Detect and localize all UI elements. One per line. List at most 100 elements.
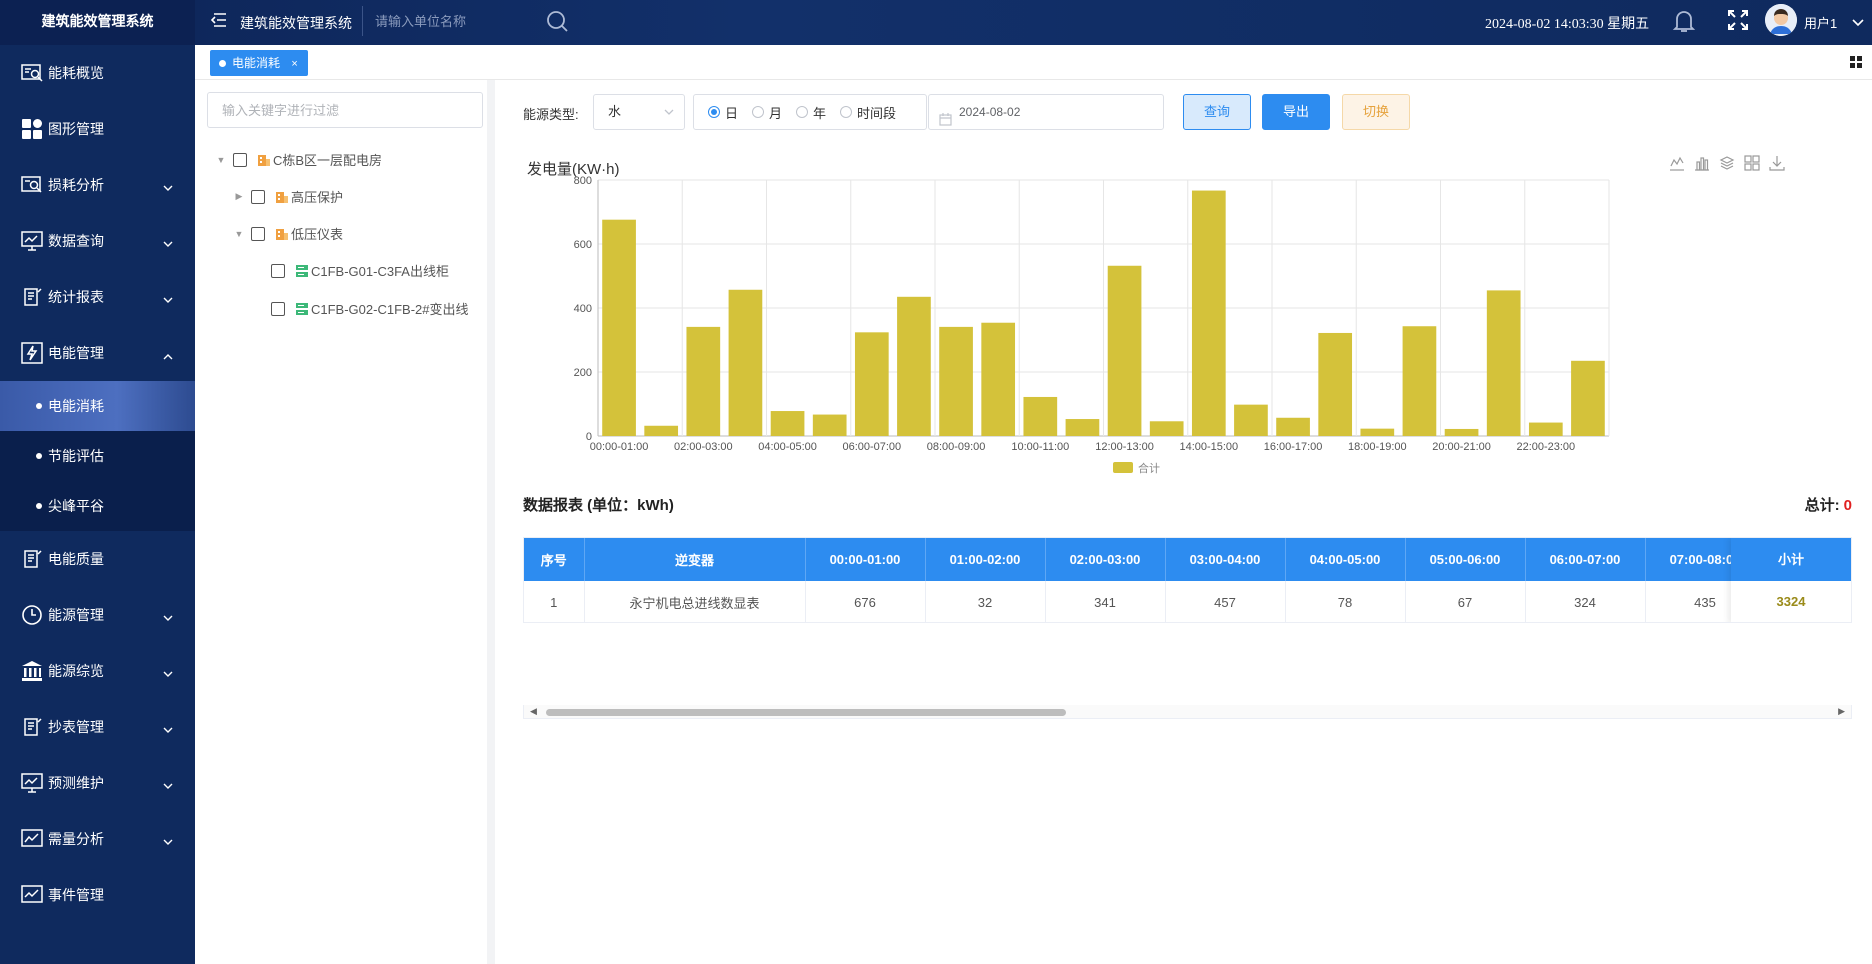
tree-checkbox[interactable] — [251, 226, 265, 241]
switch-button[interactable]: 切换 — [1342, 94, 1410, 130]
submenu-item-label: 节能评估 — [48, 448, 104, 464]
tab-power-consumption[interactable]: 电能消耗 × — [210, 50, 308, 76]
date-picker[interactable]: 2024-08-02 — [928, 94, 1164, 130]
bar — [686, 326, 721, 436]
table-header-cell: 06:00-07:00 — [1525, 538, 1646, 581]
search-icon[interactable] — [545, 9, 569, 36]
sidebar-item-stat-report[interactable]: 统计报表 — [0, 269, 195, 325]
table-cell: 676 — [805, 581, 926, 622]
tree-node[interactable]: C1FB-G02-C1FB-2#变出线 — [271, 299, 468, 318]
energy-type-select[interactable]: 水 — [593, 94, 685, 130]
sidebar-item-power[interactable]: 电能管理 — [0, 325, 195, 381]
report-title: 数据报表 (单位：kWh) — [523, 497, 674, 514]
radio-day[interactable]: 日 — [708, 103, 738, 122]
radio-period[interactable]: 时间段 — [840, 103, 896, 122]
chevron-down-icon — [163, 235, 173, 251]
chevron-down-icon — [664, 95, 674, 129]
export-button[interactable]: 导出 — [1262, 94, 1330, 130]
building-icon — [275, 227, 289, 241]
y-tick-label: 400 — [574, 303, 592, 315]
bell-icon[interactable] — [1672, 8, 1696, 37]
tree-checkbox[interactable] — [233, 152, 247, 167]
sidebar-item-demand[interactable]: 需量分析 — [0, 811, 195, 867]
tree-node[interactable]: ▼ 低压仪表 — [233, 224, 343, 243]
radio-year[interactable]: 年 — [796, 103, 826, 122]
table-header-cell: 逆变器 — [584, 538, 806, 581]
caret-down-icon[interactable]: ▼ — [233, 229, 245, 239]
submenu-item-peak-valley[interactable]: 尖峰平谷 — [0, 481, 195, 531]
table-cell: 78 — [1285, 581, 1406, 622]
fullscreen-icon[interactable] — [1727, 9, 1749, 34]
radio-month[interactable]: 月 — [752, 103, 782, 122]
query-button[interactable]: 查询 — [1183, 94, 1251, 130]
table-row[interactable]: 1 永宁机电总进线数显表 676 32 341 457 78 67 324 435 — [524, 581, 1766, 622]
submenu-power: 电能消耗 节能评估 尖峰平谷 — [0, 381, 195, 531]
device-tree-panel: ▼ C栋B区一层配电房 ▶ 高压保护 ▼ 低压仪表 C1FB-G01-C3FA出… — [195, 80, 495, 964]
table-header-cell: 03:00-04:00 — [1165, 538, 1286, 581]
sidebar-item-overview[interactable]: 能耗概览 — [0, 45, 195, 101]
submenu-item-label: 电能消耗 — [48, 398, 104, 414]
submenu-item-consumption[interactable]: 电能消耗 — [0, 381, 195, 431]
subtotal-column: 小计 3324 — [1731, 538, 1851, 622]
sidebar-item-label: 图形管理 — [48, 121, 104, 137]
unit-search — [362, 6, 572, 36]
x-tick-label: 16:00-17:00 — [1264, 441, 1323, 453]
tabs-menu-icon[interactable] — [1850, 55, 1862, 71]
tree-node[interactable]: C1FB-G01-C3FA出线柜 — [271, 261, 449, 280]
menu-toggle-icon[interactable] — [210, 11, 228, 29]
meter-device-icon — [295, 302, 309, 316]
scrollbar-thumb[interactable] — [546, 709, 1066, 716]
bar — [939, 326, 973, 436]
close-icon[interactable]: × — [291, 58, 297, 70]
tree-checkbox[interactable] — [271, 301, 285, 316]
bar — [1528, 422, 1563, 436]
tree-node[interactable]: ▼ C栋B区一层配电房 — [215, 150, 382, 169]
chevron-down-icon — [163, 291, 173, 307]
sidebar-item-label: 需量分析 — [48, 831, 104, 847]
report-icon — [20, 285, 44, 309]
sidebar-item-graphics[interactable]: 图形管理 — [0, 101, 195, 157]
sidebar-item-label: 预测维护 — [48, 775, 104, 791]
tree-checkbox[interactable] — [271, 263, 285, 278]
radio-label: 年 — [813, 105, 827, 121]
unit-search-input[interactable] — [363, 6, 533, 36]
submenu-item-saving[interactable]: 节能评估 — [0, 431, 195, 481]
tree-node-label: 高压保护 — [291, 190, 344, 205]
radio-circle-icon — [752, 106, 765, 118]
bar-chart-svg: 020040060080000:00-01:00 02:00-03:00 04:00… — [574, 175, 1610, 475]
scroll-left-icon[interactable]: ◀ — [530, 706, 537, 717]
report-total: 总计: 0 — [1805, 494, 1852, 515]
table-header-cell: 01:00-02:00 — [925, 538, 1046, 581]
sidebar-item-predict[interactable]: 预测维护 — [0, 755, 195, 811]
bullet-icon — [36, 453, 42, 459]
caret-right-icon[interactable]: ▶ — [233, 191, 245, 202]
tree-checkbox[interactable] — [251, 189, 265, 204]
table-header-cell: 04:00-05:00 — [1285, 538, 1406, 581]
chevron-down-icon — [163, 665, 173, 681]
brand-title: 建筑能效管理系统 — [0, 0, 195, 45]
tree-node[interactable]: ▶ 高压保护 — [233, 187, 343, 206]
sidebar-item-data-query[interactable]: 数据查询 — [0, 213, 195, 269]
table-cell: 1 — [524, 581, 585, 622]
chevron-down-icon[interactable] — [1852, 14, 1864, 30]
bar — [1571, 360, 1605, 436]
scroll-right-icon[interactable]: ▶ — [1838, 706, 1845, 717]
meter-icon — [20, 715, 44, 739]
table-cell: 永宁机电总进线数显表 — [584, 581, 806, 622]
avatar[interactable] — [1765, 4, 1797, 36]
bar — [812, 414, 847, 436]
sidebar-item-loss[interactable]: 损耗分析 — [0, 157, 195, 213]
sidebar-item-energy-mgmt[interactable]: 能源管理 — [0, 587, 195, 643]
username[interactable]: 用户1 — [1804, 13, 1837, 32]
sidebar-item-events[interactable]: 事件管理 — [0, 867, 195, 923]
tree-filter-input[interactable] — [207, 92, 483, 128]
y-tick-label: 200 — [574, 367, 592, 379]
sidebar-item-meter-reading[interactable]: 抄表管理 — [0, 699, 195, 755]
table-header-cell: 02:00-03:00 — [1045, 538, 1166, 581]
table-scrollbar[interactable]: ◀ ▶ — [523, 705, 1852, 719]
caret-down-icon[interactable]: ▼ — [215, 155, 227, 165]
sidebar-item-energy-overview[interactable]: 能源综览 — [0, 643, 195, 699]
sidebar-item-quality[interactable]: 电能质量 — [0, 531, 195, 587]
x-tick-label: 10:00-11:00 — [1011, 441, 1069, 453]
sidebar-item-label: 能源综览 — [48, 663, 104, 679]
